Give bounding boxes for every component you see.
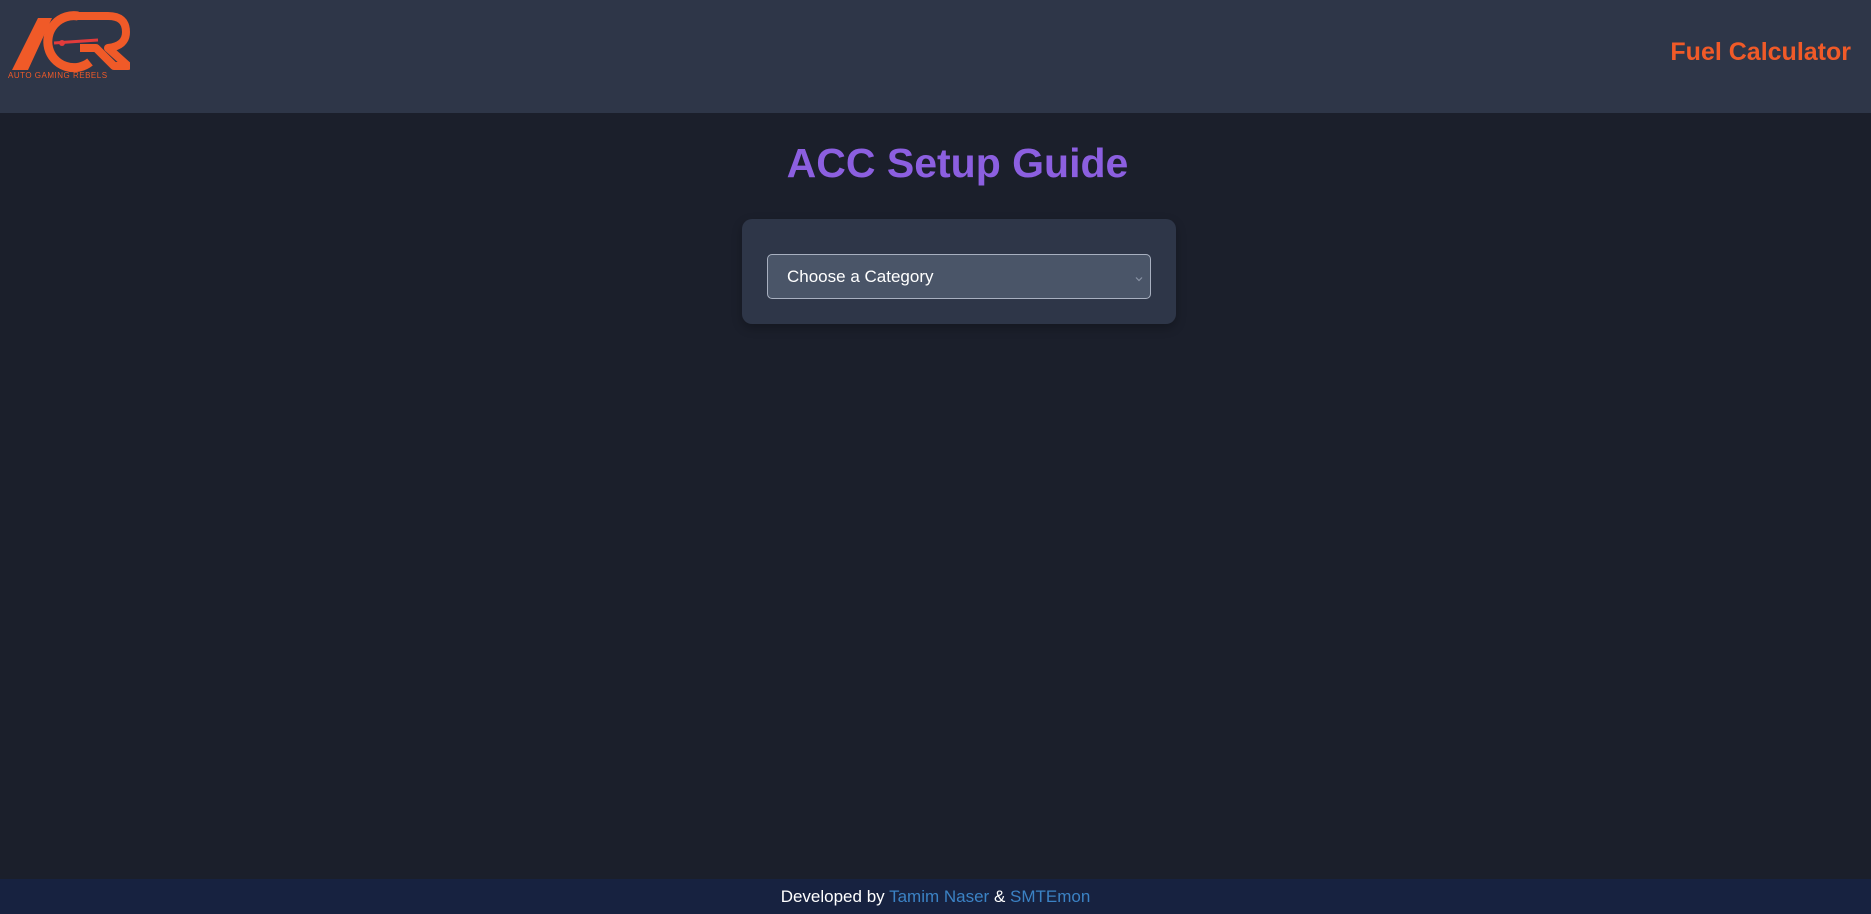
- page: AUTO GAMING REBELS Fuel Calculator ACC S…: [0, 0, 1871, 914]
- category-select-value: Choose a Category: [787, 267, 934, 286]
- category-card: Choose a Category: [742, 219, 1176, 324]
- top-header: AUTO GAMING REBELS Fuel Calculator: [0, 0, 1871, 113]
- footer-developed-by: Developed by: [780, 887, 885, 906]
- fuel-calculator-link[interactable]: Fuel Calculator: [1670, 38, 1851, 67]
- agr-logo-icon[interactable]: AUTO GAMING REBELS: [8, 10, 130, 84]
- author-link-tamim[interactable]: Tamim Naser: [889, 887, 989, 906]
- footer: Developed by Tamim Naser & SMTEmon: [0, 879, 1871, 914]
- category-select[interactable]: Choose a Category: [767, 254, 1151, 299]
- page-title: ACC Setup Guide: [786, 140, 1129, 186]
- logo-caption: AUTO GAMING REBELS: [8, 71, 108, 80]
- chevron-down-icon: [1134, 271, 1144, 282]
- author-link-smtemon[interactable]: SMTEmon: [1010, 887, 1090, 906]
- footer-separator: &: [993, 887, 1006, 906]
